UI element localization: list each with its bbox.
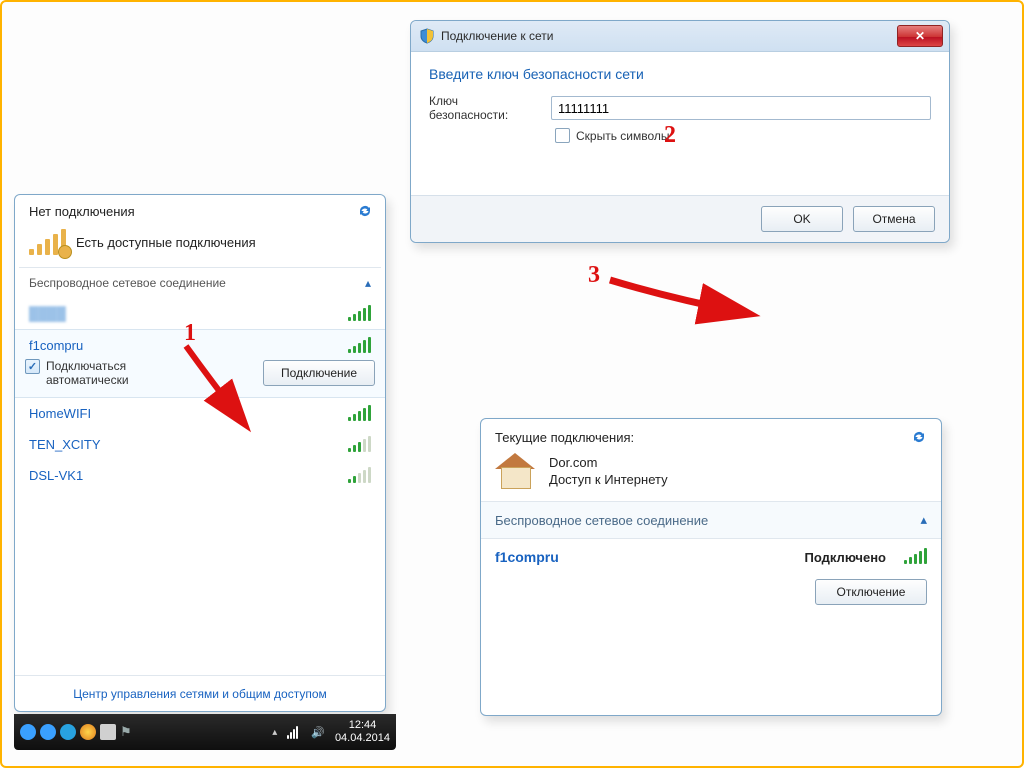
home-network-status: Доступ к Интернету <box>549 471 668 488</box>
tray-app-icon[interactable] <box>80 724 96 740</box>
signal-available-icon <box>29 229 66 255</box>
dialog-title: Подключение к сети <box>441 29 553 43</box>
shield-icon <box>419 28 435 44</box>
signal-icon <box>348 438 371 452</box>
key-label: Ключ безопасности: <box>429 94 539 122</box>
tray-chevron-icon[interactable]: ▴ <box>272 727 277 738</box>
chevron-up-icon: ▴ <box>920 512 927 528</box>
tray-app-icon[interactable] <box>100 724 116 740</box>
system-tray: ▴ 🔊 12:44 04.04.2014 <box>272 719 390 745</box>
tray-date: 04.04.2014 <box>335 732 390 745</box>
security-key-input[interactable] <box>551 96 931 120</box>
dialog-button-bar: OK Отмена <box>411 195 949 242</box>
connected-network-status: Подключено <box>805 550 886 565</box>
annotation-step-3: 3 <box>588 262 600 289</box>
connection-status-text: Есть доступные подключения <box>76 235 256 250</box>
network-name: HomeWIFI <box>29 406 91 421</box>
tray-app-icon[interactable] <box>40 724 56 740</box>
tray-network-icon[interactable] <box>287 725 301 739</box>
security-key-dialog: Подключение к сети ✕ Введите ключ безопа… <box>410 20 950 243</box>
network-list: ████ f1compru ✓ Подключаться автоматичес… <box>15 298 385 495</box>
connected-network-row[interactable]: f1compru Подключено <box>481 539 941 569</box>
disconnect-row: Отключение <box>481 569 941 619</box>
tray-time: 12:44 <box>335 719 390 732</box>
dialog-titlebar[interactable]: Подключение к сети ✕ <box>411 21 949 52</box>
network-name: ████ <box>29 306 66 321</box>
arrow-3 <box>600 270 760 330</box>
refresh-icon[interactable] <box>357 203 373 219</box>
page-canvas: Подключение к сети ✕ Введите ключ безопа… <box>0 0 1024 768</box>
connect-button[interactable]: Подключение <box>263 360 375 386</box>
disconnect-button[interactable]: Отключение <box>815 579 927 605</box>
network-item[interactable]: DSL-VK1 <box>15 460 385 491</box>
network-center-link[interactable]: Центр управления сетями и общим доступом <box>73 687 327 701</box>
checkbox-checked-icon: ✓ <box>25 359 40 374</box>
current-connections-title: Текущие подключения: <box>495 430 634 445</box>
tray-flag-icon[interactable]: ⚑ <box>120 724 132 740</box>
signal-icon <box>904 550 927 564</box>
network-name: DSL-VK1 <box>29 468 83 483</box>
tray-app-icon[interactable] <box>60 724 76 740</box>
signal-icon <box>348 307 371 321</box>
network-item[interactable]: TEN_XCITY <box>15 429 385 460</box>
refresh-icon[interactable] <box>911 429 927 445</box>
home-network-name: Dor.com <box>549 454 668 471</box>
chevron-up-icon: ▴ <box>365 276 371 290</box>
wireless-section-header[interactable]: Беспроводное сетевое соединение ▴ <box>481 501 941 539</box>
network-name[interactable]: f1compru <box>29 338 83 353</box>
network-item-expanded: f1compru ✓ Подключаться автоматически По… <box>15 329 385 398</box>
current-connections-header: Текущие подключения: <box>481 419 941 449</box>
network-popup-header: Нет подключения <box>15 195 385 223</box>
annotation-step-2: 2 <box>664 122 676 149</box>
dialog-heading: Введите ключ безопасности сети <box>411 52 949 90</box>
signal-icon <box>348 469 371 483</box>
current-connections-popup: Текущие подключения: Dor.com Доступ к Ин… <box>480 418 942 716</box>
hide-chars-label: Скрыть символы <box>576 129 670 143</box>
cancel-button[interactable]: Отмена <box>853 206 935 232</box>
key-field-row: Ключ безопасности: <box>411 90 949 126</box>
network-popup-footer: Центр управления сетями и общим доступом <box>15 675 385 711</box>
connection-status-row: Есть доступные подключения <box>15 223 385 267</box>
wireless-section-title: Беспроводное сетевое соединение <box>495 513 708 528</box>
auto-connect-checkbox[interactable]: ✓ Подключаться автоматически <box>25 359 129 387</box>
signal-icon <box>348 407 371 421</box>
auto-connect-label: Подключаться автоматически <box>46 359 129 387</box>
close-button[interactable]: ✕ <box>897 25 943 47</box>
wireless-section-title: Беспроводное сетевое соединение <box>29 276 226 290</box>
connected-network-name: f1compru <box>495 549 559 565</box>
network-popup-title: Нет подключения <box>29 204 135 219</box>
signal-icon <box>348 339 371 353</box>
tray-clock[interactable]: 12:44 04.04.2014 <box>335 719 390 745</box>
taskbar: ⚑ ▴ 🔊 12:44 04.04.2014 <box>14 714 396 750</box>
network-list-popup: Нет подключения Есть доступные подключен… <box>14 194 386 712</box>
network-item[interactable]: HomeWIFI <box>15 398 385 429</box>
annotation-step-1: 1 <box>184 320 196 347</box>
home-icon <box>495 453 535 489</box>
wireless-section-header[interactable]: Беспроводное сетевое соединение ▴ <box>15 268 385 298</box>
network-item-hidden[interactable]: ████ <box>15 298 385 329</box>
network-name: TEN_XCITY <box>29 437 101 452</box>
ok-button[interactable]: OK <box>761 206 843 232</box>
hide-chars-checkbox[interactable] <box>555 128 570 143</box>
tray-volume-icon[interactable]: 🔊 <box>311 726 325 739</box>
home-network-row: Dor.com Доступ к Интернету <box>481 449 941 501</box>
hide-chars-row[interactable]: Скрыть символы <box>411 126 949 155</box>
tray-app-icon[interactable] <box>20 724 36 740</box>
